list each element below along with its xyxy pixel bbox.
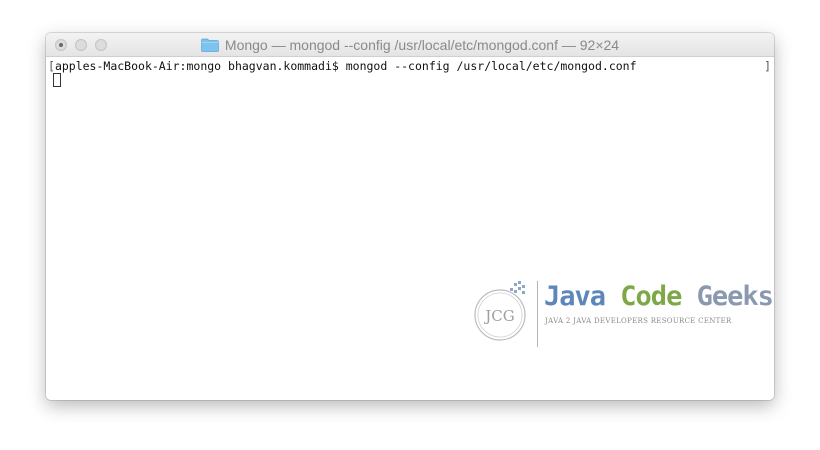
watermark-logo: JCG Java Code Geeks JAVA 2 JAVA DEVELOPE… [470,277,774,347]
jcg-logo-text: JCG [483,307,514,325]
shell-command: mongod --config /usr/local/etc/mongod.co… [345,59,637,73]
terminal-content[interactable]: [apples-MacBook-Air:mongo bhagvan.kommad… [46,57,774,400]
line-marker-left: [ [48,59,55,73]
shell-prompt: apples-MacBook-Air:mongo bhagvan.kommadi… [54,59,346,73]
command-line: [apples-MacBook-Air:mongo bhagvan.kommad… [48,59,637,73]
brand-geeks: Geeks [696,281,774,312]
watermark-divider [537,281,538,347]
terminal-cursor [53,73,61,87]
title-bar[interactable]: Mongo — mongod --config /usr/local/etc/m… [46,33,774,57]
watermark-brand: Java Code Geeks [544,279,774,315]
brand-java: Java [544,281,606,312]
brand-code: Code [620,281,682,312]
watermark-tagline: JAVA 2 JAVA DEVELOPERS RESOURCE CENTER [545,317,732,325]
folder-icon [201,38,219,52]
line-marker-right: ] [764,59,771,73]
jcg-logo-icon: JCG [474,281,526,341]
window-title: Mongo — mongod --config /usr/local/etc/m… [46,33,774,56]
window-title-text: Mongo — mongod --config /usr/local/etc/m… [224,36,620,53]
